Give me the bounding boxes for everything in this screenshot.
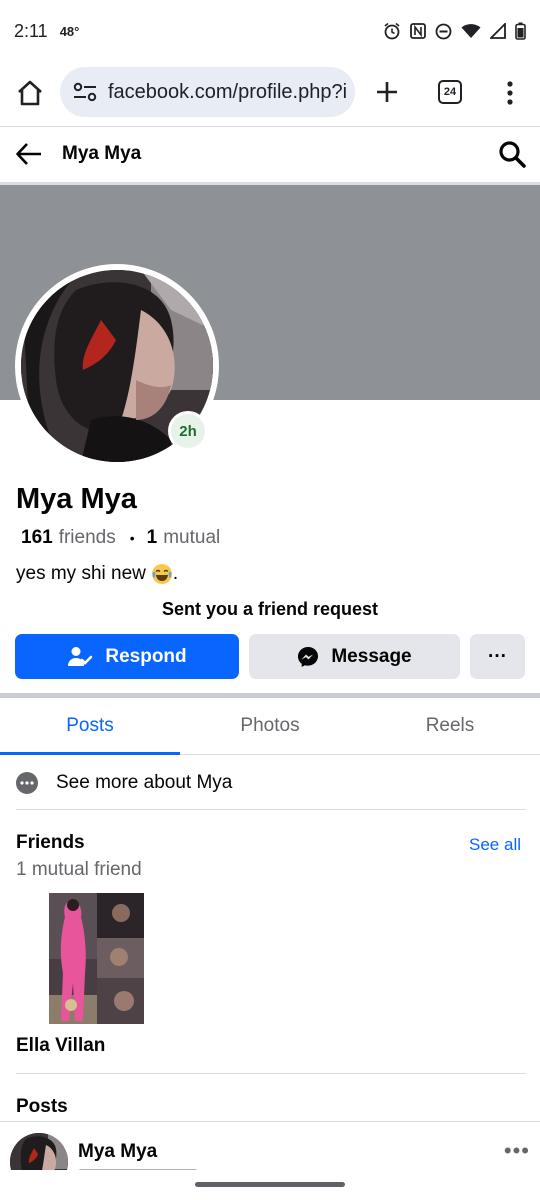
friends-label: friends (58, 527, 116, 548)
status-bar: 2:11 48° (0, 0, 540, 62)
wifi-icon (461, 24, 481, 38)
friends-summary[interactable]: 161 friends • 1 mutual (21, 527, 220, 549)
mutual-count: 1 (146, 527, 158, 548)
respond-label: Respond (105, 645, 187, 667)
see-all-friends-link[interactable]: See all (469, 835, 521, 855)
post-author-name[interactable]: Mya Mya (78, 1141, 157, 1163)
profile-header: Mya Mya (0, 127, 540, 182)
story-badge[interactable]: 2h (168, 411, 208, 451)
signal-icon (490, 23, 506, 39)
separator-dot: • (129, 530, 135, 546)
tab-posts[interactable]: Posts (0, 698, 180, 755)
post-options-icon[interactable]: ••• (504, 1138, 530, 1164)
message-button[interactable]: Message (249, 634, 460, 679)
see-more-about-label: See more about Mya (56, 771, 233, 793)
friend-photo[interactable] (49, 893, 144, 1024)
respond-button[interactable]: Respond (15, 634, 239, 679)
url-text[interactable]: facebook.com/profile.php?i (108, 81, 347, 104)
more-options-button[interactable]: ··· (470, 634, 525, 679)
home-icon[interactable] (14, 77, 46, 109)
tab-reels[interactable]: Reels (360, 698, 540, 754)
friends-section-title: Friends (16, 832, 85, 853)
battery-icon (515, 22, 526, 40)
header-title: Mya Mya (62, 143, 142, 164)
tab-photos[interactable]: Photos (180, 698, 360, 754)
search-icon[interactable] (497, 139, 527, 169)
back-arrow-icon[interactable] (14, 139, 44, 169)
status-time: 2:11 (14, 20, 48, 41)
messenger-icon (298, 646, 319, 667)
do-not-disturb-icon (435, 23, 452, 39)
post-header[interactable]: Mya Mya ••• (0, 1121, 540, 1173)
person-check-icon (68, 646, 93, 666)
friend-name[interactable]: Ella Villan (16, 1035, 105, 1057)
status-icons (383, 22, 526, 40)
friend-request-note: Sent you a friend request (161, 599, 379, 619)
address-bar[interactable]: facebook.com/profile.php?i (60, 67, 355, 117)
laughing-tears-emoji-icon (151, 564, 172, 584)
post-author-avatar[interactable] (10, 1133, 68, 1173)
see-more-about-row[interactable]: See more about Mya (16, 756, 526, 810)
new-tab-icon[interactable] (372, 77, 402, 107)
friends-section-subtitle: 1 mutual friend (16, 859, 142, 880)
message-label: Message (331, 645, 412, 667)
bio-suffix: . (172, 563, 179, 584)
profile-bio: yes my shi new . (16, 563, 178, 585)
status-temperature: 48° (59, 23, 80, 39)
alarm-icon (384, 22, 400, 40)
posts-section-title: Posts (16, 1096, 68, 1117)
nfc-icon (410, 23, 426, 39)
more-dots-icon (16, 771, 38, 794)
profile-name: Mya Mya (16, 483, 137, 515)
profile-tabs: Posts Photos Reels (0, 698, 540, 755)
post-avatar-image (10, 1133, 68, 1173)
gesture-nav-pill[interactable] (195, 1182, 345, 1187)
bio-text: yes my shi new (16, 563, 146, 584)
site-settings-icon[interactable] (72, 81, 98, 103)
friend-image (49, 893, 144, 1024)
overflow-menu-icon[interactable] (500, 78, 520, 108)
tab-switcher-button[interactable]: 24 (438, 80, 462, 104)
browser-toolbar: facebook.com/profile.php?i 24 (0, 62, 540, 124)
mutual-label: mutual (163, 527, 221, 548)
friends-count: 161 (21, 527, 53, 548)
friends-separator (16, 1073, 526, 1074)
